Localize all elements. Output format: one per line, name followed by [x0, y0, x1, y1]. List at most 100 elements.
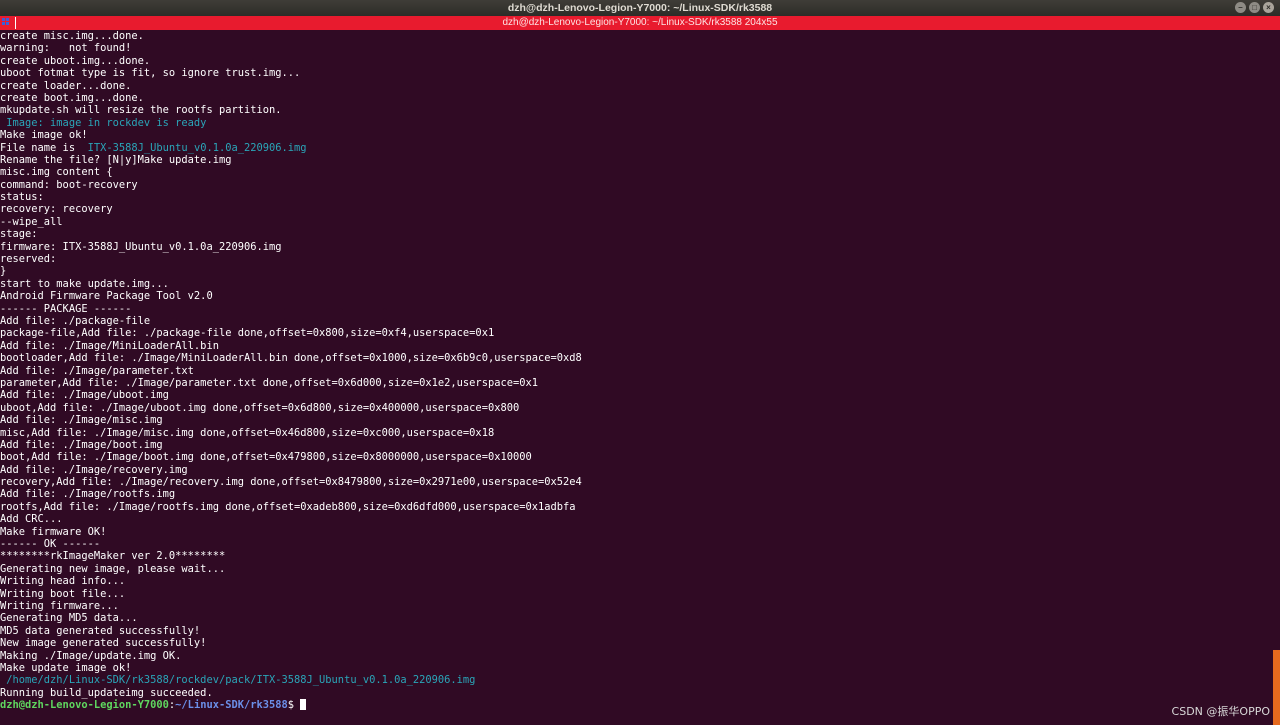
terminal-line: parameter,Add file: ./Image/parameter.tx… [0, 377, 1272, 389]
terminal-line-text: package-file,Add file: ./package-file do… [0, 327, 495, 340]
terminal-line: Make update image ok! [0, 662, 1272, 674]
terminal-line: Add file: ./Image/misc.img [0, 414, 1272, 426]
terminal-line-text: start to make update.img... [0, 277, 169, 290]
minimize-icon[interactable]: – [1235, 2, 1246, 13]
terminal-line-text: ------ OK ------ [0, 538, 101, 551]
terminal-line: recovery,Add file: ./Image/recovery.img … [0, 476, 1272, 488]
terminal-line-text: create uboot.img...done. [0, 54, 151, 67]
terminal-line: reserved: [0, 253, 1272, 265]
terminal-line-text: boot,Add file: ./Image/boot.img done,off… [0, 451, 532, 464]
terminal-line-text: recovery,Add file: ./Image/recovery.img … [0, 476, 582, 489]
terminal-line-text: Add file: ./Image/recovery.img [0, 463, 188, 476]
window-title: dzh@dzh-Lenovo-Legion-Y7000: ~/Linux-SDK… [507, 2, 773, 14]
terminal-line: create misc.img...done. [0, 30, 1272, 42]
terminal-line-text: Add file: ./Image/rootfs.img [0, 488, 176, 501]
tab-menu-icon[interactable] [2, 18, 10, 27]
terminal-line-text: Make firmware OK! [0, 525, 107, 538]
terminal-line: ------ PACKAGE ------ [0, 303, 1272, 315]
terminal-line: Writing firmware... [0, 600, 1272, 612]
terminal-line: New image generated successfully! [0, 637, 1272, 649]
terminal-line-text: mkupdate.sh will resize the rootfs parti… [0, 104, 282, 117]
terminal-line: Rename the file? [N|y]Make update.img [0, 154, 1272, 166]
terminal-line-text: --wipe_all [0, 215, 63, 228]
terminal-line: Writing boot file... [0, 588, 1272, 600]
terminal-line: misc.img content { [0, 166, 1272, 178]
prompt-user-host: dzh@dzh-Lenovo-Legion-Y7000 [0, 699, 169, 712]
terminal-line: Generating new image, please wait... [0, 563, 1272, 575]
terminal-line-text: stage: [0, 228, 38, 241]
terminal-line: Add file: ./Image/rootfs.img [0, 488, 1272, 500]
terminal-line: MD5 data generated successfully! [0, 625, 1272, 637]
terminal-line-text: bootloader,Add file: ./Image/MiniLoaderA… [0, 352, 582, 365]
terminal-line-text: recovery: recovery [0, 203, 113, 216]
tab-divider [15, 17, 16, 29]
terminal-line: bootloader,Add file: ./Image/MiniLoaderA… [0, 352, 1272, 364]
scrollbar-thumb[interactable] [1273, 650, 1280, 725]
terminal-line-text: Add file: ./Image/boot.img [0, 438, 163, 451]
maximize-icon[interactable]: □ [1249, 2, 1260, 13]
terminal-line-text: Make update image ok! [0, 661, 132, 674]
terminal-line-text: Generating new image, please wait... [0, 562, 226, 575]
terminal-line-text: rootfs,Add file: ./Image/rootfs.img done… [0, 500, 576, 513]
terminal-line-text: Writing boot file... [0, 587, 126, 600]
terminal-line: Add file: ./Image/boot.img [0, 439, 1272, 451]
terminal-line-text: Add CRC... [0, 513, 63, 526]
terminal-line: uboot,Add file: ./Image/uboot.img done,o… [0, 402, 1272, 414]
terminal-line: Make image ok! [0, 129, 1272, 141]
terminal-line-text: Running build_updateimg succeeded. [0, 686, 213, 699]
terminal-line-text: ********rkImageMaker ver 2.0******** [0, 550, 226, 563]
terminal-line: uboot fotmat type is fit, so ignore trus… [0, 67, 1272, 79]
terminal-line-text: uboot fotmat type is fit, so ignore trus… [0, 67, 301, 80]
terminal-line: Running build_updateimg succeeded. [0, 687, 1272, 699]
terminal-line: warning: not found! [0, 42, 1272, 54]
terminal-line: boot,Add file: ./Image/boot.img done,off… [0, 451, 1272, 463]
terminal-output[interactable]: create misc.img...done. warning: not foun… [0, 30, 1272, 725]
terminal-line-text: Add file: ./Image/parameter.txt [0, 364, 194, 377]
terminal-tab-bar[interactable]: dzh@dzh-Lenovo-Legion-Y7000: ~/Linux-SDK… [0, 16, 1280, 30]
terminal-filename-highlight: ITX-3588J_Ubuntu_v0.1.0a_220906.img [87, 141, 307, 154]
terminal-line-text: } [0, 265, 7, 278]
terminal-line: command: boot-recovery [0, 179, 1272, 191]
terminal-line: Generating MD5 data... [0, 612, 1272, 624]
terminal-line-text: status: [0, 191, 44, 204]
terminal-line: start to make update.img... [0, 278, 1272, 290]
terminal-line-text: New image generated successfully! [0, 637, 207, 650]
terminal-line: firmware: ITX-3588J_Ubuntu_v0.1.0a_22090… [0, 241, 1272, 253]
terminal-line-text: parameter,Add file: ./Image/parameter.tx… [0, 376, 538, 389]
terminal-line-text: misc,Add file: ./Image/misc.img done,off… [0, 426, 495, 439]
terminal-line: Add file: ./Image/recovery.img [0, 464, 1272, 476]
watermark: CSDN @振华OPPO [1171, 705, 1270, 718]
terminal-line-text: create boot.img...done. [0, 91, 144, 104]
terminal-line-text: Image: image in rockdev is ready [0, 116, 207, 129]
close-icon[interactable]: × [1263, 2, 1274, 13]
terminal-line: Add file: ./package-file [0, 315, 1272, 327]
window-titlebar[interactable]: dzh@dzh-Lenovo-Legion-Y7000: ~/Linux-SDK… [0, 0, 1280, 16]
terminal-line: ********rkImageMaker ver 2.0******** [0, 550, 1272, 562]
shell-prompt[interactable]: dzh@dzh-Lenovo-Legion-Y7000:~/Linux-SDK/… [0, 699, 1272, 711]
terminal-line-text: firmware: ITX-3588J_Ubuntu_v0.1.0a_22090… [0, 240, 282, 253]
terminal-line: ------ OK ------ [0, 538, 1272, 550]
terminal-line: mkupdate.sh will resize the rootfs parti… [0, 104, 1272, 116]
prompt-symbol: $ [287, 699, 301, 712]
terminal-line-text: Add file: ./package-file [0, 314, 151, 327]
terminal-line-text: warning: not found! [0, 42, 132, 55]
terminal-line-text: Add file: ./Image/MiniLoaderAll.bin [0, 339, 219, 352]
terminal-line-text: /home/dzh/Linux-SDK/rk3588/rockdev/pack/… [0, 674, 476, 687]
prompt-path: ~/Linux-SDK/rk3588 [175, 699, 288, 712]
window-controls: – □ × [1235, 2, 1274, 13]
terminal-line-text: ------ PACKAGE ------ [0, 302, 132, 315]
terminal-line-text: Writing head info... [0, 575, 126, 588]
terminal-line-text: Generating MD5 data... [0, 612, 138, 625]
terminal-line: create loader...done. [0, 80, 1272, 92]
terminal-line: status: [0, 191, 1272, 203]
terminal-scrollbar[interactable] [1273, 30, 1280, 725]
terminal-line: } [0, 265, 1272, 277]
terminal-line-text: Writing firmware... [0, 599, 119, 612]
terminal-line-text: Making ./Image/update.img OK. [0, 649, 182, 662]
terminal-line-text: MD5 data generated successfully! [0, 624, 201, 637]
terminal-line: Add file: ./Image/MiniLoaderAll.bin [0, 340, 1272, 352]
terminal-line: package-file,Add file: ./package-file do… [0, 327, 1272, 339]
terminal-line-text: create loader...done. [0, 79, 132, 92]
terminal-line-text: Rename the file? [N|y]Make update.img [0, 153, 232, 166]
terminal-line: Make firmware OK! [0, 526, 1272, 538]
